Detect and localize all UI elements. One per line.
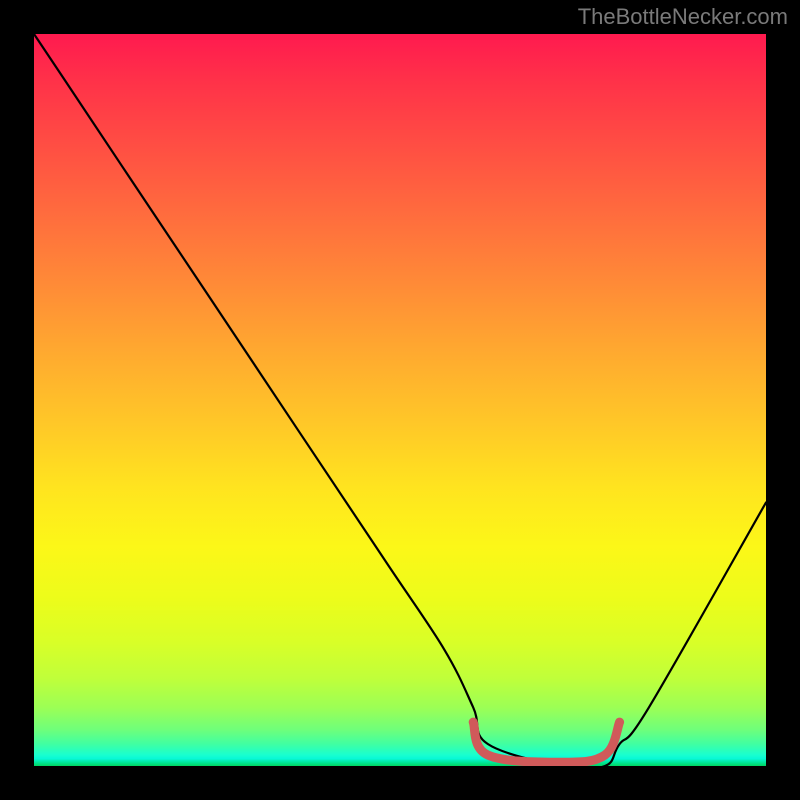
chart-svg [34,34,766,766]
watermark-text: TheBottleNecker.com [578,4,788,30]
curve-valley-highlight [473,722,619,762]
curve-main [34,34,766,766]
chart-plot-area [34,34,766,766]
